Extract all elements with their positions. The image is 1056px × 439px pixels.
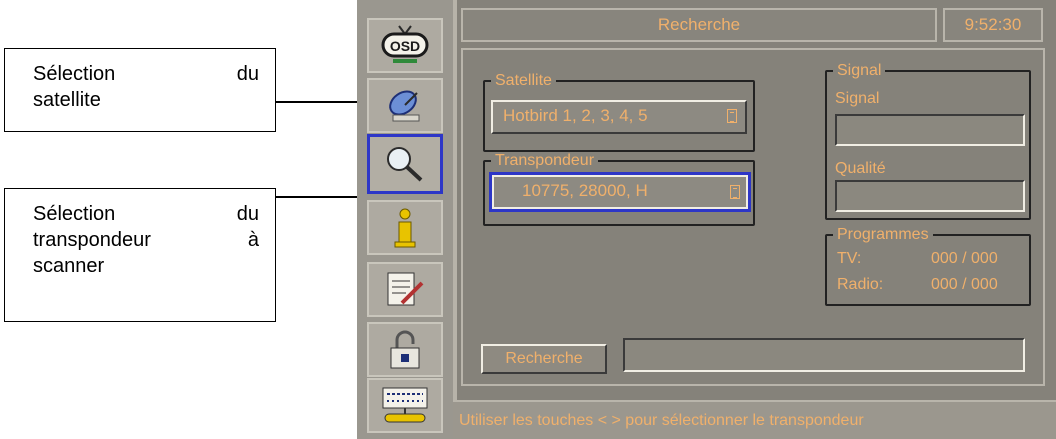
tv-label: TV: (837, 250, 862, 267)
callout-line: transpondeur à (33, 227, 259, 253)
sidebar: OSD (357, 0, 457, 439)
callout-line: Sélection du (33, 201, 259, 227)
quality-label: Qualité (835, 160, 886, 177)
signal-label: Signal (835, 90, 880, 107)
callout-text: transpondeur (33, 229, 151, 251)
callout-transponder: Sélection du transpondeur à scanner (4, 188, 276, 322)
callout-text: satellite (33, 89, 101, 111)
callout-text: scanner (33, 255, 105, 277)
transponder-legend: Transpondeur (495, 152, 595, 169)
tv-count: 000 / 000 (931, 250, 998, 267)
spinner-icon (730, 185, 740, 199)
callout-text: du (236, 63, 259, 85)
radio-count: 000 / 000 (931, 276, 998, 293)
lock-icon (390, 330, 420, 368)
sidebar-item-system[interactable] (367, 378, 443, 433)
satellite-legend: Satellite (495, 72, 552, 89)
signal-meter (835, 114, 1025, 146)
status-text: Utiliser les touches < > pour sélectionn… (459, 412, 864, 429)
programmes-legend: Programmes (837, 226, 929, 243)
sidebar-item-lock[interactable] (367, 322, 443, 377)
sidebar-item-search[interactable] (367, 134, 443, 194)
sidebar-item-satellite[interactable] (367, 78, 443, 133)
transponder-value: 10775, 28000, H (522, 181, 648, 200)
sidebar-item-edit[interactable] (367, 262, 443, 317)
callout-text: Sélection (33, 63, 116, 85)
callout-text: Sélection (33, 203, 116, 225)
signal-legend: Signal (837, 62, 882, 79)
satellite-dish-icon (389, 90, 420, 121)
transponder-select[interactable]: 10775, 28000, H (489, 172, 751, 212)
osd-icon-text: OSD (390, 38, 420, 54)
search-button[interactable]: Recherche (481, 344, 607, 374)
binary-chip-icon (382, 387, 428, 422)
osd-screen: OSD Recherche 9:52:30 Satellite Hotbird … (357, 0, 1056, 439)
magnifier-icon (387, 147, 423, 182)
quality-meter (835, 180, 1025, 212)
satellite-value: Hotbird 1, 2, 3, 4, 5 (503, 106, 648, 125)
status-bar: Utiliser les touches < > pour sélectionn… (453, 400, 1056, 439)
callout-satellite: Sélection du satellite (4, 48, 276, 132)
sidebar-item-info[interactable] (367, 200, 443, 255)
search-progress-bar (623, 338, 1025, 372)
edit-document-icon (387, 272, 424, 305)
clock: 9:52:30 (943, 8, 1043, 42)
sidebar-item-osd[interactable]: OSD (367, 18, 443, 73)
radio-label: Radio: (837, 276, 884, 293)
callout-text: du (236, 203, 259, 225)
satellite-select[interactable]: Hotbird 1, 2, 3, 4, 5 (491, 100, 747, 134)
spinner-icon (727, 109, 737, 123)
info-icon (394, 208, 416, 247)
callout-line: Sélection du (33, 61, 259, 87)
tv-osd-icon: OSD (381, 24, 429, 63)
callout-text: à (247, 229, 259, 251)
page-title: Recherche (461, 8, 937, 42)
